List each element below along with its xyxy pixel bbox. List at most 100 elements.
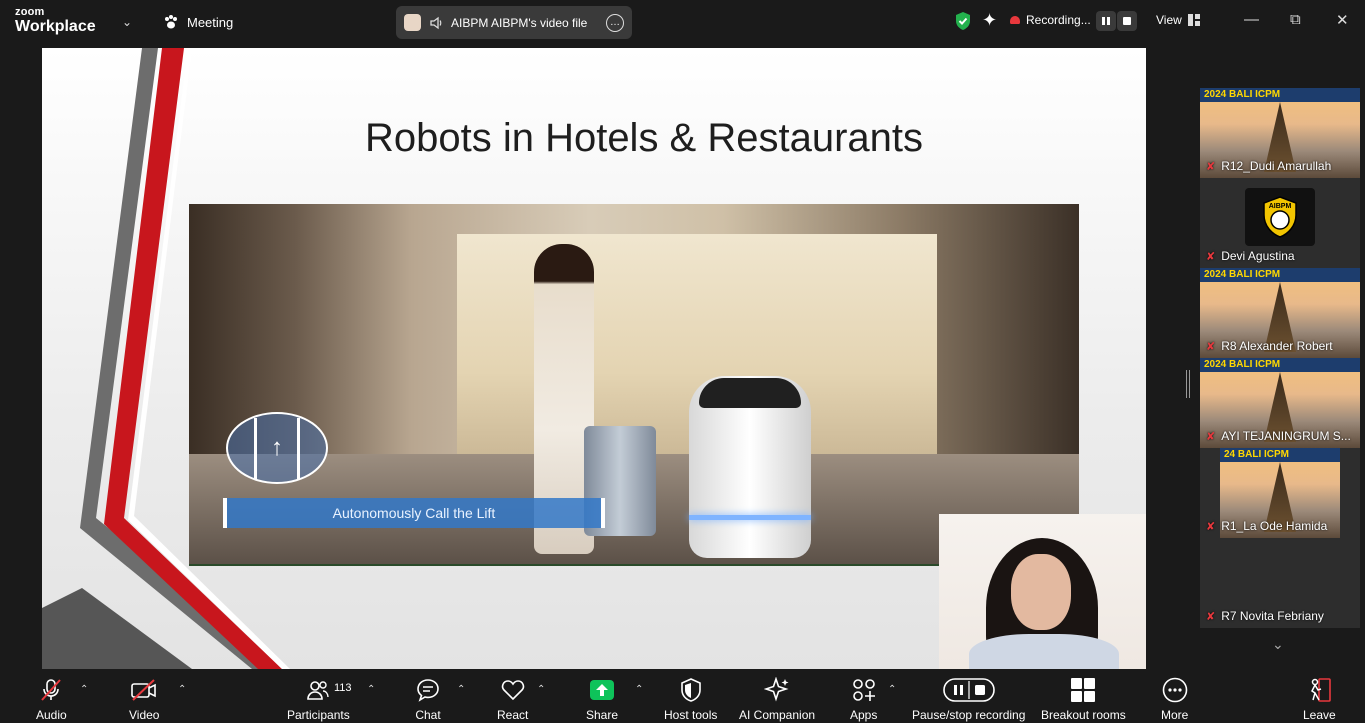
mic-off-icon: ✘ bbox=[1206, 610, 1216, 623]
participant-name: R12_Dudi Amarullah bbox=[1221, 159, 1332, 173]
tile-banner: 2024 BALI ICPM bbox=[1200, 358, 1360, 372]
participant-tile[interactable]: ✘ R7 Novita Febriany bbox=[1200, 538, 1360, 628]
video-off-icon bbox=[131, 679, 157, 701]
participants-count: 113 bbox=[334, 682, 352, 694]
shield-check-icon[interactable] bbox=[954, 11, 972, 31]
participant-tile[interactable]: 24 BALI ICPM ✘ R1_La Ode Hamida bbox=[1200, 448, 1360, 538]
lift-arrow-icon: ↑ bbox=[226, 412, 328, 484]
sparkle-icon[interactable]: ✦ bbox=[982, 10, 997, 31]
host-tools-label: Host tools bbox=[664, 708, 718, 722]
sharer-avatar bbox=[404, 14, 421, 31]
restore-icon[interactable]: ⧉ bbox=[1290, 11, 1301, 28]
ai-sparkle-icon bbox=[764, 677, 789, 702]
chat-icon bbox=[417, 679, 439, 702]
react-button[interactable]: React bbox=[497, 677, 528, 722]
recording-controls-icon bbox=[942, 678, 995, 702]
tile-banner: 2024 BALI ICPM bbox=[1200, 268, 1360, 282]
chevron-up-icon[interactable]: ⌃ bbox=[457, 684, 465, 695]
participant-name: R7 Novita Febriany bbox=[1221, 609, 1324, 623]
breakout-rooms-label: Breakout rooms bbox=[1041, 708, 1126, 722]
mic-off-icon: ✘ bbox=[1206, 430, 1216, 443]
apps-icon bbox=[852, 679, 875, 701]
share-source-pill[interactable]: AIBPM AIBPM's video file … bbox=[396, 6, 632, 39]
participant-name: R8 Alexander Robert bbox=[1221, 339, 1333, 353]
shield-icon bbox=[680, 678, 701, 702]
paw-icon bbox=[165, 15, 177, 29]
chat-button[interactable]: Chat bbox=[415, 677, 441, 722]
app-brand[interactable]: zoom Workplace bbox=[15, 7, 96, 35]
participant-tile[interactable]: 2024 BALI ICPM ✘ R8 Alexander Robert bbox=[1200, 268, 1360, 358]
chevron-up-icon[interactable]: ⌃ bbox=[178, 684, 186, 695]
grid-icon bbox=[1187, 14, 1200, 26]
recording-indicator[interactable]: Recording... bbox=[1010, 13, 1091, 27]
stop-icon[interactable] bbox=[1117, 11, 1137, 31]
meeting-label: Meeting bbox=[187, 14, 234, 30]
view-button[interactable]: View bbox=[1156, 13, 1200, 27]
ai-companion-label: AI Companion bbox=[739, 708, 816, 722]
participant-gallery: 2024 BALI ICPM ✘ R12_Dudi Amarullah AIBPM… bbox=[1200, 88, 1360, 628]
more-dots-icon bbox=[1162, 677, 1187, 703]
pause-stop-recording-label: Pause/stop recording bbox=[912, 708, 1026, 722]
mic-off-icon: ✘ bbox=[1206, 520, 1216, 533]
mic-off-icon: ✘ bbox=[1206, 160, 1216, 173]
audio-button[interactable]: Audio bbox=[36, 677, 67, 722]
brand-top: zoom bbox=[15, 6, 45, 18]
pause-icon[interactable] bbox=[1096, 11, 1116, 31]
breakout-icon bbox=[1071, 678, 1096, 702]
participant-tile[interactable]: 2024 BALI ICPM ✘ AYI TEJANINGRUM S... bbox=[1200, 358, 1360, 448]
video-button[interactable]: Video bbox=[129, 677, 159, 722]
resize-handle[interactable] bbox=[1186, 370, 1190, 398]
presenter-video[interactable] bbox=[939, 514, 1146, 669]
audio-label: Audio bbox=[36, 708, 67, 722]
leave-button[interactable]: Leave bbox=[1303, 677, 1336, 722]
recording-label: Recording... bbox=[1026, 13, 1091, 27]
slide-title: Robots in Hotels & Restaurants bbox=[364, 116, 924, 160]
more-button[interactable]: More bbox=[1161, 677, 1188, 722]
top-bar: zoom Workplace ⌄ Meeting AIBPM AIBPM's v… bbox=[0, 0, 1365, 44]
mic-off-icon: ✘ bbox=[1206, 340, 1216, 353]
share-button[interactable]: Share bbox=[586, 677, 618, 722]
chevron-down-icon[interactable]: ⌄ bbox=[122, 15, 132, 29]
tile-banner: 2024 BALI ICPM bbox=[1200, 88, 1360, 102]
svg-text:AIBPM: AIBPM bbox=[1269, 203, 1292, 210]
brand-bottom: Workplace bbox=[15, 18, 96, 35]
service-robot bbox=[689, 376, 811, 558]
chevron-up-icon[interactable]: ⌃ bbox=[888, 684, 896, 695]
host-tools-button[interactable]: Host tools bbox=[664, 677, 717, 722]
chevron-up-icon[interactable]: ⌃ bbox=[537, 684, 545, 695]
participant-tile[interactable]: 2024 BALI ICPM ✘ R12_Dudi Amarullah bbox=[1200, 88, 1360, 178]
video-label: Video bbox=[129, 708, 160, 722]
minimize-icon[interactable]: — bbox=[1244, 11, 1259, 28]
leave-label: Leave bbox=[1303, 708, 1336, 722]
more-icon[interactable]: … bbox=[606, 13, 624, 32]
speaker-icon bbox=[430, 16, 442, 29]
breakout-rooms-button[interactable]: Breakout rooms bbox=[1041, 677, 1126, 722]
mic-off-icon bbox=[41, 679, 62, 701]
mic-off-icon: ✘ bbox=[1206, 250, 1216, 263]
heart-icon bbox=[501, 680, 524, 701]
close-icon[interactable]: ✕ bbox=[1336, 11, 1349, 29]
ai-companion-button[interactable]: AI Companion bbox=[739, 677, 815, 722]
participants-icon bbox=[307, 681, 330, 700]
share-source-label: AIBPM AIBPM's video file bbox=[451, 15, 588, 30]
participants-label: Participants bbox=[287, 708, 350, 722]
tile-banner: 24 BALI ICPM bbox=[1220, 448, 1340, 462]
meeting-info-button[interactable]: Meeting bbox=[163, 14, 233, 30]
slide-caption: Autonomously Call the Lift bbox=[223, 498, 605, 528]
chevron-down-icon[interactable]: ⌄ bbox=[1272, 636, 1284, 653]
chevron-up-icon[interactable]: ⌃ bbox=[367, 684, 375, 695]
slide-photo: ↑ Autonomously Call the Lift bbox=[189, 204, 1079, 566]
pause-stop-recording-button[interactable]: Pause/stop recording bbox=[912, 677, 1025, 722]
react-label: React bbox=[497, 708, 529, 722]
participant-name: Devi Agustina bbox=[1221, 249, 1295, 263]
apps-button[interactable]: Apps bbox=[850, 677, 877, 722]
view-label: View bbox=[1156, 13, 1182, 27]
leave-icon bbox=[1311, 678, 1332, 702]
share-label: Share bbox=[586, 708, 619, 722]
chevron-up-icon[interactable]: ⌃ bbox=[635, 684, 643, 695]
participant-tile[interactable]: AIBPM ✘ Devi Agustina bbox=[1200, 178, 1360, 268]
cloud-record-icon bbox=[1010, 16, 1020, 24]
participant-name: AYI TEJANINGRUM S... bbox=[1221, 429, 1351, 443]
avatar: AIBPM bbox=[1245, 188, 1315, 246]
chevron-up-icon[interactable]: ⌃ bbox=[80, 684, 88, 695]
